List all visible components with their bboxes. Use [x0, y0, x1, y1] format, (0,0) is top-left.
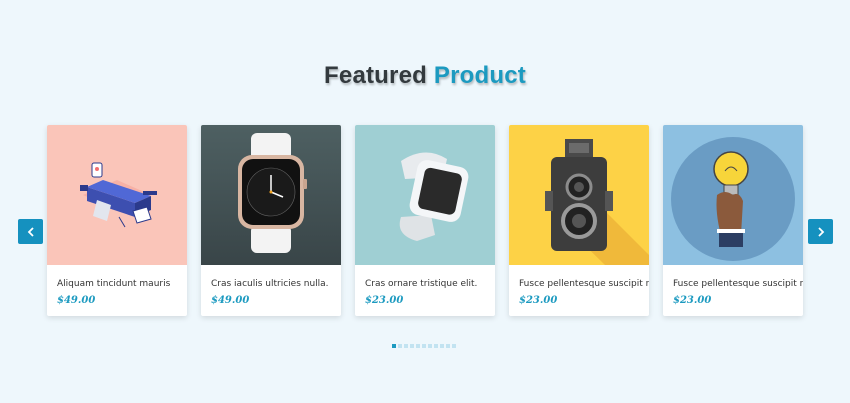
product-image-watch [201, 125, 341, 265]
product-price: $23.00 [365, 295, 404, 306]
product-card[interactable]: Cras iaculis ultricies nulla. $49.00 [201, 125, 341, 316]
product-card[interactable]: Cras ornare tristique elit. $23.00 [355, 125, 495, 316]
pagination-dot[interactable] [422, 344, 426, 348]
product-price: $49.00 [57, 295, 96, 306]
product-price: $23.00 [673, 295, 712, 306]
carousel-pagination [392, 344, 456, 348]
pagination-dot[interactable] [404, 344, 408, 348]
pagination-dot[interactable] [392, 344, 396, 348]
product-title: Fusce pellentesque suscipit nibh. [519, 279, 649, 289]
product-title: Fusce pellentesque suscipit nibh. [673, 279, 803, 289]
product-price: $23.00 [519, 295, 558, 306]
product-image-smartwatch [355, 125, 495, 265]
heading-word-featured: Featured [324, 62, 427, 89]
pagination-dot[interactable] [428, 344, 432, 348]
pagination-dot[interactable] [416, 344, 420, 348]
product-card[interactable]: Fusce pellentesque suscipit nibh. $23.00 [509, 125, 649, 316]
pagination-dot[interactable] [434, 344, 438, 348]
chevron-right-icon [817, 226, 824, 237]
product-image-camera [509, 125, 649, 265]
carousel-prev-button[interactable] [18, 219, 43, 244]
pagination-dot[interactable] [410, 344, 414, 348]
pagination-dot[interactable] [452, 344, 456, 348]
section-heading: Featured Product [0, 62, 850, 90]
product-image-lightbulb [663, 125, 803, 265]
product-title: Cras ornare tristique elit. [365, 279, 478, 289]
pagination-dot[interactable] [446, 344, 450, 348]
product-card[interactable]: Aliquam tincidunt mauris $49.00 [47, 125, 187, 316]
heading-word-product: Product [433, 62, 526, 89]
carousel-next-button[interactable] [808, 219, 833, 244]
product-image-isometric [47, 125, 187, 265]
pagination-dot[interactable] [440, 344, 444, 348]
product-title: Cras iaculis ultricies nulla. [211, 279, 329, 289]
product-title: Aliquam tincidunt mauris [57, 279, 171, 289]
product-price: $49.00 [211, 295, 250, 306]
chevron-left-icon [27, 226, 34, 237]
product-card[interactable]: Fusce pellentesque suscipit nibh. $23.00 [663, 125, 803, 316]
pagination-dot[interactable] [398, 344, 402, 348]
